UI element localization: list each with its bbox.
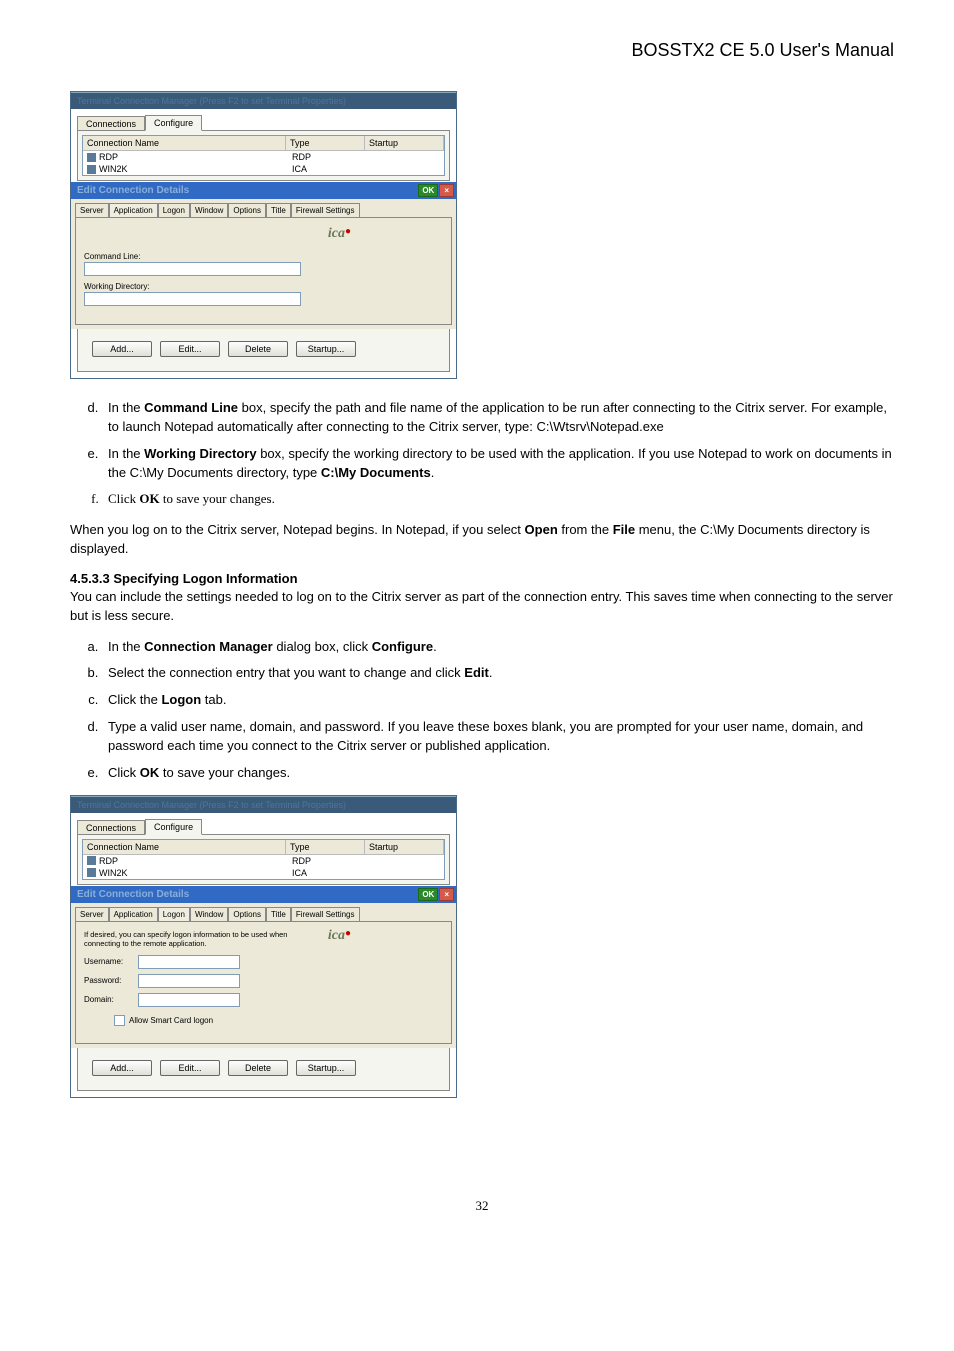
tab-configure[interactable]: Configure	[145, 115, 202, 131]
delete-button[interactable]: Delete	[228, 1060, 288, 1076]
page-header: BOSSTX2 CE 5.0 User's Manual	[70, 40, 894, 61]
col-type: Type	[286, 136, 365, 150]
step-f: Click OK to save your changes.	[102, 490, 894, 509]
step-d: In the Command Line box, specify the pat…	[102, 399, 894, 437]
ok-button[interactable]: OK	[418, 888, 438, 901]
password-input[interactable]	[138, 974, 240, 988]
tab-connections[interactable]: Connections	[77, 820, 145, 835]
subtab-window[interactable]: Window	[190, 203, 228, 217]
add-button[interactable]: Add...	[92, 1060, 152, 1076]
add-button[interactable]: Add...	[92, 341, 152, 357]
username-input[interactable]	[138, 955, 240, 969]
row-type: RDP	[288, 855, 366, 867]
subtab-firewall[interactable]: Firewall Settings	[291, 907, 360, 921]
step-a2: In the Connection Manager dialog box, cl…	[102, 638, 894, 657]
row-type: ICA	[288, 163, 366, 175]
screenshot-2: Terminal Connection Manager (Press F2 to…	[70, 795, 457, 1098]
smartcard-checkbox[interactable]	[114, 1015, 125, 1026]
col-startup: Startup	[365, 136, 444, 150]
step-d2: Type a valid user name, domain, and pass…	[102, 718, 894, 756]
col-type: Type	[286, 840, 365, 854]
step-e: In the Working Directory box, specify th…	[102, 445, 894, 483]
subtab-title[interactable]: Title	[266, 203, 291, 217]
label-working-dir: Working Directory:	[84, 282, 443, 291]
startup-button[interactable]: Startup...	[296, 341, 356, 357]
label-password: Password:	[84, 976, 132, 985]
page-number: 32	[70, 1198, 894, 1214]
label-command-line: Command Line:	[84, 252, 443, 261]
subtab-window[interactable]: Window	[190, 907, 228, 921]
delete-button[interactable]: Delete	[228, 341, 288, 357]
command-line-input[interactable]	[84, 262, 301, 276]
subtab-logon[interactable]: Logon	[158, 203, 190, 217]
subtab-server[interactable]: Server	[75, 203, 109, 217]
ica-logo-icon: ica●	[328, 928, 351, 944]
subtab-title[interactable]: Title	[266, 907, 291, 921]
dlg-title: Edit Connection Details	[77, 889, 189, 900]
subtab-application[interactable]: Application	[109, 203, 158, 217]
table-row[interactable]: RDP RDP	[83, 151, 444, 163]
logon-intro: If desired, you can specify logon inform…	[84, 930, 299, 948]
ok-button[interactable]: OK	[418, 184, 438, 197]
label-domain: Domain:	[84, 995, 132, 1004]
working-dir-input[interactable]	[84, 292, 301, 306]
connection-list[interactable]: Connection Name Type Startup RDP RDP WIN…	[82, 135, 445, 176]
edit-button[interactable]: Edit...	[160, 341, 220, 357]
table-row[interactable]: RDP RDP	[83, 855, 444, 867]
table-row[interactable]: WIN2K ICA	[83, 867, 444, 879]
domain-input[interactable]	[138, 993, 240, 1007]
subtab-options[interactable]: Options	[228, 203, 266, 217]
tcm-title: Terminal Connection Manager (Press F2 to…	[71, 796, 456, 813]
close-icon[interactable]: ×	[439, 888, 454, 901]
close-icon[interactable]: ×	[439, 184, 454, 197]
section-title: 4.5.3.3 Specifying Logon Information	[70, 571, 894, 586]
subtab-firewall[interactable]: Firewall Settings	[291, 203, 360, 217]
row-name: WIN2K	[99, 164, 128, 174]
conn-icon	[87, 153, 96, 162]
conn-icon	[87, 868, 96, 877]
smartcard-label: Allow Smart Card logon	[129, 1016, 213, 1025]
row-name: RDP	[99, 152, 118, 162]
paragraph-notepad: When you log on to the Citrix server, No…	[70, 521, 894, 559]
connection-list[interactable]: Connection Name Type Startup RDP RDP WIN…	[82, 839, 445, 880]
screenshot-1: Terminal Connection Manager (Press F2 to…	[70, 91, 457, 379]
row-type: ICA	[288, 867, 366, 879]
conn-icon	[87, 165, 96, 174]
edit-button[interactable]: Edit...	[160, 1060, 220, 1076]
step-e2: Click OK to save your changes.	[102, 764, 894, 783]
col-name: Connection Name	[83, 840, 286, 854]
col-startup: Startup	[365, 840, 444, 854]
step-c2: Click the Logon tab.	[102, 691, 894, 710]
subtab-server[interactable]: Server	[75, 907, 109, 921]
step-b2: Select the connection entry that you wan…	[102, 664, 894, 683]
section-intro: You can include the settings needed to l…	[70, 588, 894, 626]
row-type: RDP	[288, 151, 366, 163]
startup-button[interactable]: Startup...	[296, 1060, 356, 1076]
row-name: RDP	[99, 856, 118, 866]
subtab-logon[interactable]: Logon	[158, 907, 190, 921]
tab-connections[interactable]: Connections	[77, 116, 145, 131]
label-username: Username:	[84, 957, 132, 966]
dlg-title: Edit Connection Details	[77, 185, 189, 196]
col-name: Connection Name	[83, 136, 286, 150]
table-row[interactable]: WIN2K ICA	[83, 163, 444, 175]
ica-logo-icon: ica●	[328, 226, 351, 242]
tab-configure[interactable]: Configure	[145, 819, 202, 835]
subtab-application[interactable]: Application	[109, 907, 158, 921]
row-name: WIN2K	[99, 868, 128, 878]
conn-icon	[87, 856, 96, 865]
subtab-options[interactable]: Options	[228, 907, 266, 921]
tcm-title: Terminal Connection Manager (Press F2 to…	[71, 92, 456, 109]
